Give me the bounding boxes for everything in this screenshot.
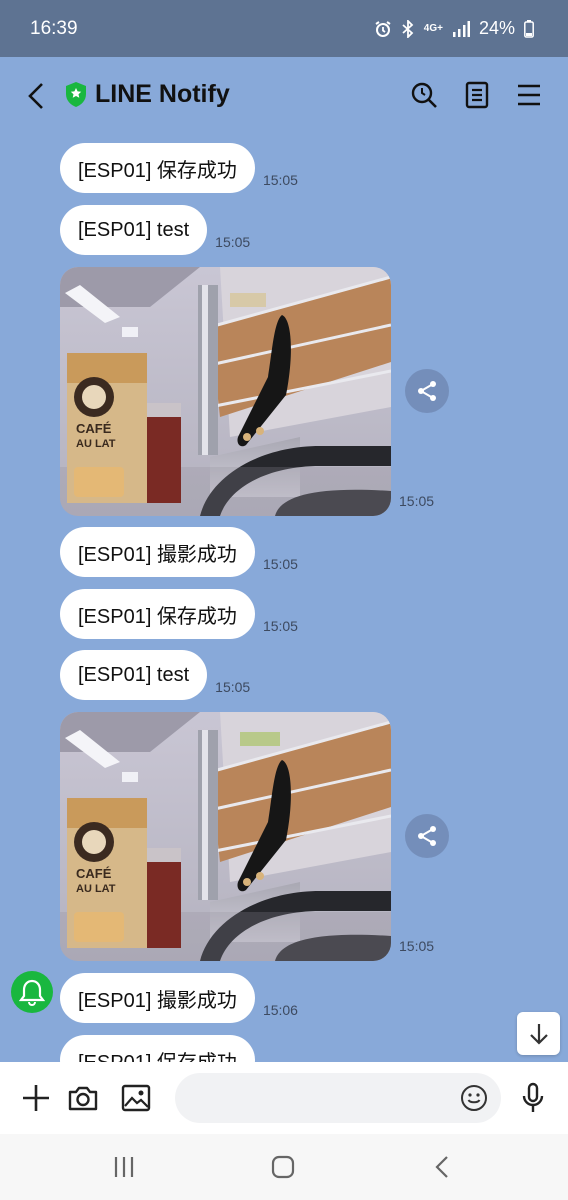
message-item[interactable]: [ESP01] 撮影成功 15:06 (60, 973, 298, 1023)
message-time: 15:05 (262, 556, 298, 572)
carton-text: CAFÉ (76, 866, 112, 881)
line-notify-avatar[interactable] (11, 971, 53, 1013)
message-time: 15:05 (399, 938, 435, 954)
status-bar: 16:39 4G+ 24% (0, 0, 568, 57)
message-time: 15:06 (262, 1002, 298, 1018)
message-bubble: [ESP01] 保存成功 (60, 143, 255, 193)
bluetooth-icon (401, 19, 415, 38)
back-chevron-icon (435, 1156, 448, 1178)
alarm-icon (374, 20, 392, 38)
message-bubble: [ESP01] test (60, 205, 208, 255)
share-button[interactable] (405, 369, 449, 413)
photo-message[interactable]: CAFÉ AU LAT (60, 267, 391, 516)
add-button[interactable] (19, 1081, 53, 1115)
system-navigation-bar (0, 1134, 568, 1200)
message-bubble: [ESP01] test (60, 650, 208, 700)
share-icon (418, 381, 436, 401)
scroll-to-bottom-button[interactable] (517, 1012, 560, 1055)
search-icon (411, 82, 437, 108)
chat-header: LINE Notify (0, 57, 568, 133)
message-item[interactable]: [ESP01] 保存成功 15:05 (60, 589, 298, 639)
carton-text: AU LAT (76, 883, 116, 895)
image-icon (121, 1084, 151, 1112)
message-bubble: [ESP01] 保存成功 (60, 1035, 255, 1062)
share-button[interactable] (405, 814, 449, 858)
photo-message[interactable]: CAFÉ AU LAT (60, 712, 391, 961)
carton-text: AU LAT (76, 438, 116, 450)
hamburger-menu-icon (518, 84, 540, 106)
plus-icon (23, 1085, 49, 1111)
message-input-bar (0, 1062, 568, 1134)
official-account-shield-icon (64, 81, 88, 108)
battery-percent: 24% (478, 18, 515, 38)
message-item[interactable]: [ESP01] test 15:05 (60, 650, 250, 700)
microphone-icon (522, 1082, 544, 1112)
message-bubble: [ESP01] 保存成功 (60, 589, 255, 639)
notes-icon (465, 81, 489, 109)
emoji-button[interactable] (460, 1084, 488, 1112)
network-type-label: 4G+ (423, 22, 443, 34)
message-bubble: [ESP01] 撮影成功 (60, 527, 255, 577)
recent-apps-button[interactable] (109, 1154, 139, 1180)
message-input[interactable] (175, 1073, 501, 1123)
message-item[interactable]: [ESP01] 保存成功 (60, 1035, 255, 1062)
message-time: 15:05 (215, 234, 251, 250)
back-nav-button[interactable] (427, 1154, 457, 1180)
menu-button[interactable] (513, 79, 545, 111)
camera-photo: CAFÉ AU LAT (60, 267, 391, 516)
smiley-icon (461, 1085, 487, 1111)
message-time: 15:05 (215, 679, 251, 695)
status-icons: 4G+ 24% (374, 18, 534, 39)
back-arrow-icon (28, 83, 43, 109)
signal-icon (452, 20, 470, 37)
home-icon (271, 1155, 295, 1179)
battery-icon (524, 19, 534, 38)
arrow-down-icon (529, 1023, 548, 1045)
carton-text: CAFÉ (76, 421, 112, 436)
home-button[interactable] (268, 1154, 298, 1180)
share-icon (418, 826, 436, 846)
message-item[interactable]: [ESP01] 撮影成功 15:05 (60, 527, 298, 577)
bell-icon (19, 979, 45, 1006)
camera-icon (68, 1086, 98, 1111)
gallery-button[interactable] (119, 1081, 153, 1115)
message-time: 15:05 (399, 493, 435, 509)
notes-button[interactable] (461, 79, 493, 111)
voice-button[interactable] (516, 1081, 550, 1115)
message-item[interactable]: [ESP01] 保存成功 15:05 (60, 143, 298, 193)
search-button[interactable] (408, 79, 440, 111)
camera-button[interactable] (66, 1081, 100, 1115)
camera-photo: CAFÉ AU LAT (60, 712, 391, 961)
recent-apps-icon (114, 1157, 134, 1177)
message-time: 15:05 (262, 172, 298, 188)
chat-message-list[interactable]: [ESP01] 保存成功 15:05 [ESP01] test 15:05 CA… (0, 133, 568, 1062)
back-button[interactable] (22, 79, 52, 113)
status-time: 16:39 (30, 17, 78, 39)
message-bubble: [ESP01] 撮影成功 (60, 973, 255, 1023)
message-item[interactable]: [ESP01] test 15:05 (60, 205, 250, 255)
chat-title: LINE Notify (95, 80, 230, 108)
message-time: 15:05 (262, 618, 298, 634)
